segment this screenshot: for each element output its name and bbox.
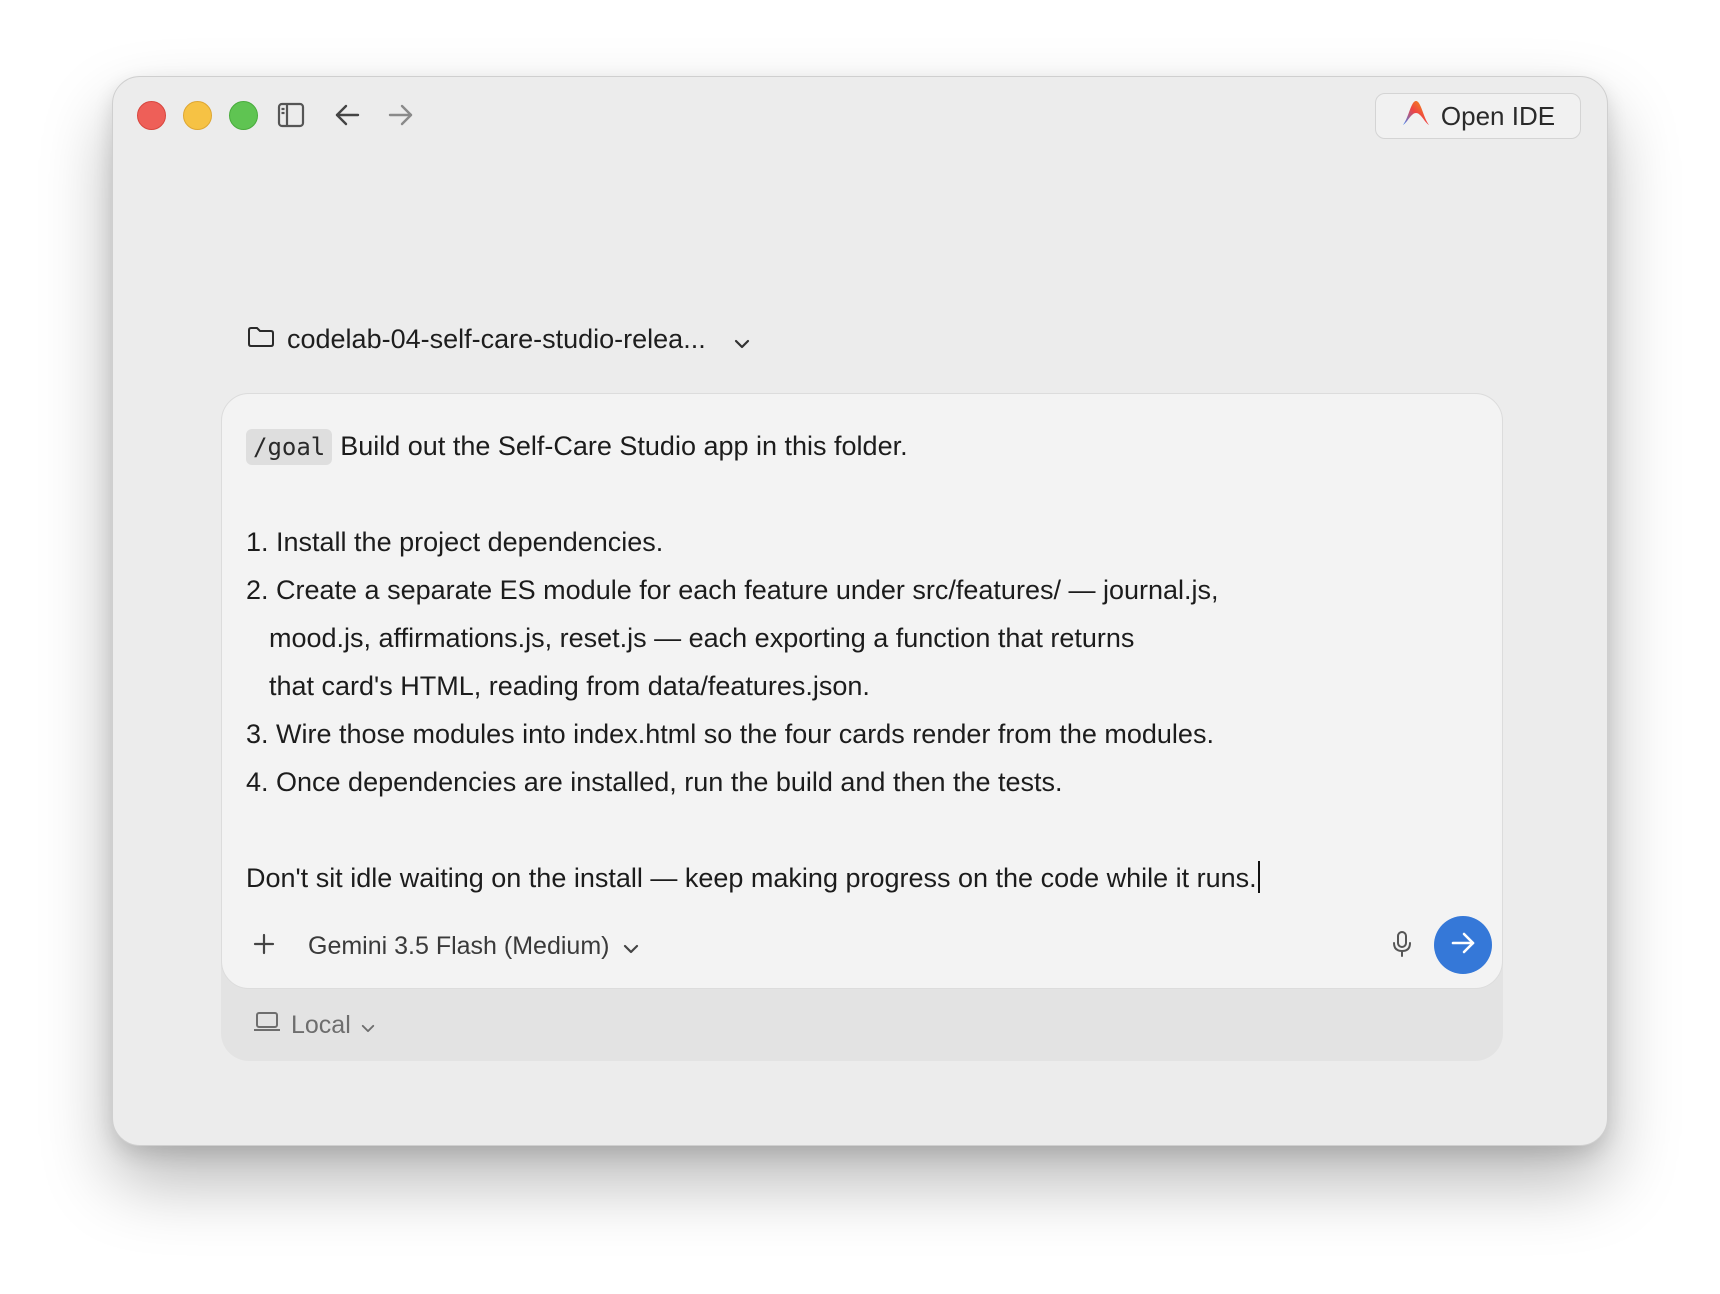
app-window: Open IDE codelab-04-self-care-studio-rel… [112,76,1608,1146]
prompt-line-10: Don't sit idle waiting on the install — … [246,854,1476,902]
sidebar-toggle-icon[interactable] [273,97,309,133]
send-button[interactable] [1434,916,1492,974]
workspace-folder-selector[interactable]: codelab-04-self-care-studio-relea... [247,323,750,356]
prompt-line-text: Build out the Self-Care Studio app in th… [340,431,908,461]
open-ide-button[interactable]: Open IDE [1375,93,1581,139]
plus-icon [253,933,275,960]
composer-container: /goal Build out the Self-Care Studio app … [221,393,1503,1061]
prompt-line-3: 1. Install the project dependencies. [246,527,664,557]
prompt-text-area[interactable]: /goal Build out the Self-Care Studio app … [246,422,1476,902]
prompt-line-7: 3. Wire those modules into index.html so… [246,719,1214,749]
chevron-down-icon [623,932,639,961]
close-window-button[interactable] [137,101,166,130]
prompt-line-6: that card's HTML, reading from data/feat… [269,671,870,701]
maximize-window-button[interactable] [229,101,258,130]
prompt-line-5: mood.js, affirmations.js, reset.js — eac… [269,623,1135,653]
chevron-down-icon [734,325,750,356]
voice-input-button[interactable] [1384,928,1420,964]
prompt-line-text: Don't sit idle waiting on the install — … [246,863,1257,893]
text-caret [1257,861,1260,893]
prompt-line-4: 2. Create a separate ES module for each … [246,575,1219,605]
forward-arrow-icon[interactable] [383,97,419,133]
antigravity-logo-icon [1401,99,1431,134]
goal-command-chip[interactable]: /goal [246,429,333,465]
chevron-down-icon [361,1011,375,1040]
titlebar: Open IDE [113,77,1607,157]
add-context-button[interactable] [248,926,280,966]
environment-label: Local [291,1010,351,1039]
prompt-blank-line [246,470,1476,518]
back-arrow-icon[interactable] [329,97,365,133]
minimize-window-button[interactable] [183,101,212,130]
prompt-line-8: 4. Once dependencies are installed, run … [246,767,1063,797]
laptop-icon [253,1011,281,1040]
model-selector[interactable]: Gemini 3.5 Flash (Medium) [308,926,639,966]
arrow-right-icon [1450,932,1476,959]
microphone-icon [1392,930,1412,963]
composer-toolbar: Gemini 3.5 Flash (Medium) [222,916,1502,976]
prompt-blank-line [246,806,1476,854]
folder-icon [247,324,275,355]
prompt-line-1: /goal Build out the Self-Care Studio app … [246,422,1476,470]
folder-name: codelab-04-self-care-studio-relea... [287,324,706,354]
open-ide-label: Open IDE [1440,100,1556,131]
prompt-composer[interactable]: /goal Build out the Self-Care Studio app … [221,393,1503,989]
environment-selector[interactable]: Local [253,1005,375,1045]
model-label: Gemini 3.5 Flash (Medium) [308,931,610,960]
